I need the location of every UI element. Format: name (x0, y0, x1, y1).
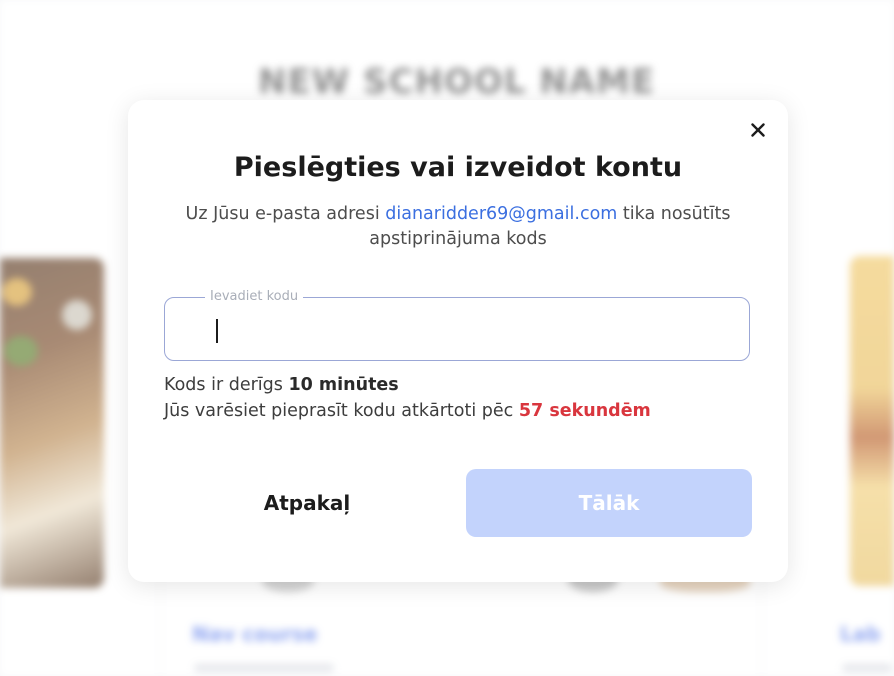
code-validity-text: Kods ir derīgs 10 minūtes (164, 375, 399, 395)
resend-prefix: Jūs varēsiet pieprasīt kodu atkārtoti pē… (164, 401, 514, 421)
text-caret (216, 319, 218, 343)
next-button[interactable]: Tālāk (466, 469, 752, 537)
subtitle-prefix: Uz Jūsu e-pasta adresi (185, 204, 380, 224)
login-modal: Pieslēgties vai izveidot kontu Uz Jūsu e… (128, 100, 788, 582)
validity-prefix: Kods ir derīgs (164, 375, 283, 395)
resend-text: Jūs varēsiet pieprasīt kodu atkārtoti pē… (164, 401, 651, 421)
code-input[interactable] (207, 312, 707, 348)
back-button[interactable]: Atpakaļ (164, 469, 450, 537)
code-field-label: Ievadiet kodu (205, 289, 304, 305)
validity-value: 10 minūtes (288, 375, 399, 395)
modal-title: Pieslēgties vai izveidot kontu (233, 152, 683, 183)
code-field[interactable]: Ievadiet kodu (164, 289, 750, 361)
modal-subtitle: Uz Jūsu e-pasta adresi dianaridder69@gma… (168, 202, 748, 252)
close-icon[interactable] (746, 118, 770, 142)
email-address: dianaridder69@gmail.com (385, 204, 618, 224)
resend-countdown: 57 sekundēm (518, 401, 651, 421)
